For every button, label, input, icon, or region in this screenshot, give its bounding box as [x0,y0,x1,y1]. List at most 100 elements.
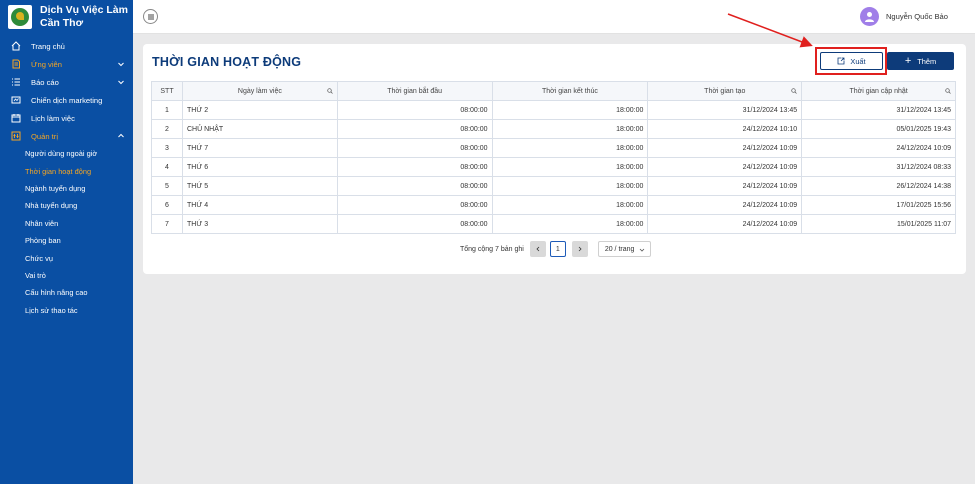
brand[interactable]: Dịch Vụ Việc Làm Cần Thơ [0,0,133,34]
cell-start: 08:00:00 [336,157,493,177]
table-row[interactable]: 2 CHỦ NHẬT 08:00:00 18:00:00 24/12/2024 … [151,119,956,139]
sidebar-subitem-after-hours-users[interactable]: Người dùng ngoài giờ [0,145,133,162]
sidebar-subitem-roles[interactable]: Vai trò [0,267,133,284]
table-row[interactable]: 1 THỨ 2 08:00:00 18:00:00 31/12/2024 13:… [151,100,956,120]
cell-stt: 5 [151,176,183,196]
next-page-button[interactable] [571,241,588,257]
total-records: Tổng cộng 7 bản ghi [460,245,524,253]
page-title: THỜI GIAN HOẠT ĐỘNG [152,55,302,69]
sidebar-item-label: Quản trị [31,131,59,141]
cell-day: CHỦ NHẬT [181,119,338,139]
table-row[interactable]: 3 THỨ 7 08:00:00 18:00:00 24/12/2024 10:… [151,138,956,158]
page-number-button[interactable]: 1 [549,241,566,257]
export-label: Xuất [850,56,866,66]
column-label: Ngày làm việc [237,87,282,95]
sidebar-subitem-positions[interactable]: Chức vụ [0,249,133,266]
avatar [859,7,879,26]
cell-stt: 7 [151,214,183,234]
cell-end: 18:00:00 [491,176,649,196]
sidebar-item-home[interactable]: Trang chủ [0,37,133,55]
menu-icon [147,14,154,19]
column-header-end: Thời gian kết thúc [491,81,649,101]
operating-hours-table: STT Ngày làm việc Thời gian bắt đầu Thời… [151,81,956,234]
cell-start: 08:00:00 [336,100,493,120]
column-header-created[interactable]: Thời gian tạo [647,81,803,101]
cell-end: 18:00:00 [491,100,649,120]
add-label: Thêm [917,56,937,66]
cell-updated: 15/01/2025 11:07 [801,214,956,234]
sidebar-subitem-departments[interactable]: Phòng ban [0,232,133,249]
sidebar-item-label: Trang chủ [31,41,65,51]
column-label: Thời gian tạo [704,87,746,95]
page-size-value: 20 / trang [604,245,635,253]
sidebar-subitem-industries[interactable]: Ngành tuyển dụng [0,180,133,197]
search-icon[interactable] [945,88,951,94]
main-card: THỜI GIAN HOẠT ĐỘNG Xuất + Thêm STT Ngày… [143,44,966,274]
table-row[interactable]: 4 THỨ 6 08:00:00 18:00:00 24/12/2024 10:… [151,157,956,177]
cell-created: 24/12/2024 10:09 [647,214,803,234]
cell-created: 24/12/2024 10:10 [647,119,803,139]
table-row[interactable]: 7 THỨ 3 08:00:00 18:00:00 24/12/2024 10:… [151,214,956,234]
cell-end: 18:00:00 [491,119,649,139]
cell-end: 18:00:00 [491,138,649,158]
sidebar-item-label: Chiến dịch marketing [31,95,103,105]
column-header-stt: STT [151,81,183,101]
table-row[interactable]: 5 THỨ 5 08:00:00 18:00:00 24/12/2024 10:… [151,176,956,196]
brand-line-2: Cần Thơ [40,17,84,29]
chevron-left-icon [536,246,540,252]
add-button[interactable]: + Thêm [887,52,954,70]
menu-toggle-button[interactable] [143,9,158,24]
campaign-icon [11,95,21,105]
page-size-select[interactable]: 20 / trang [597,241,651,257]
user-menu[interactable]: Nguyễn Quốc Bảo [859,7,948,26]
topbar: Nguyễn Quốc Bảo [133,0,975,34]
sidebar-item-schedule[interactable]: Lịch làm việc [0,109,133,127]
cell-created: 24/12/2024 10:09 [647,138,803,158]
cell-created: 31/12/2024 13:45 [647,100,803,120]
cell-start: 08:00:00 [336,214,493,234]
cell-stt: 1 [151,100,183,120]
table-row[interactable]: 6 THỨ 4 08:00:00 18:00:00 24/12/2024 10:… [151,195,956,215]
cell-day: THỨ 4 [181,195,338,215]
list-icon [11,77,21,87]
sidebar-item-candidates[interactable]: Ứng viên [0,55,133,73]
column-header-day[interactable]: Ngày làm việc [181,81,338,101]
document-icon [11,59,21,69]
sidebar-item-admin[interactable]: Quản trị [0,127,133,145]
sidebar-item-label: Lịch làm việc [31,113,75,123]
cell-start: 08:00:00 [336,195,493,215]
sidebar-subitem-operating-hours[interactable]: Thời gian hoạt động [0,162,133,179]
cell-updated: 26/12/2024 14:38 [801,176,956,196]
cell-updated: 24/12/2024 10:09 [801,138,956,158]
export-button[interactable]: Xuất [820,52,883,70]
sidebar-subitem-advanced-config[interactable]: Cấu hình nâng cao [0,284,133,301]
cell-stt: 4 [151,157,183,177]
sidebar-subitem-staff[interactable]: Nhân viên [0,215,133,232]
search-icon[interactable] [327,88,333,94]
home-icon [11,41,21,51]
cell-day: THỨ 3 [181,214,338,234]
sidebar-item-marketing[interactable]: Chiến dịch marketing [0,91,133,109]
prev-page-button[interactable] [529,241,546,257]
cell-stt: 6 [151,195,183,215]
chevron-right-icon [578,246,582,252]
column-header-start: Thời gian bắt đầu [336,81,493,101]
cell-updated: 05/01/2025 19:43 [801,119,956,139]
search-icon[interactable] [791,88,797,94]
cell-created: 24/12/2024 10:09 [647,195,803,215]
cell-stt: 2 [151,119,183,139]
column-header-updated[interactable]: Thời gian cập nhật [801,81,956,101]
cell-end: 18:00:00 [491,157,649,177]
cell-start: 08:00:00 [336,138,493,158]
sidebar: Dịch Vụ Việc Làm Cần Thơ Trang chủ Ứng v… [0,0,133,484]
sidebar-menu: Trang chủ Ứng viên Báo cáo Chiến dịch ma… [0,37,133,319]
cell-updated: 31/12/2024 08:33 [801,157,956,177]
sidebar-item-label: Báo cáo [31,77,59,87]
sidebar-subitem-employers[interactable]: Nhà tuyển dụng [0,197,133,214]
export-icon [837,57,845,65]
chevron-down-icon [118,62,124,67]
brand-line-1: Dịch Vụ Việc Làm [40,4,128,16]
sidebar-subitem-action-history[interactable]: Lịch sử thao tác [0,302,133,319]
sidebar-item-reports[interactable]: Báo cáo [0,73,133,91]
pagination: Tổng cộng 7 bản ghi 1 20 / trang [460,241,651,257]
